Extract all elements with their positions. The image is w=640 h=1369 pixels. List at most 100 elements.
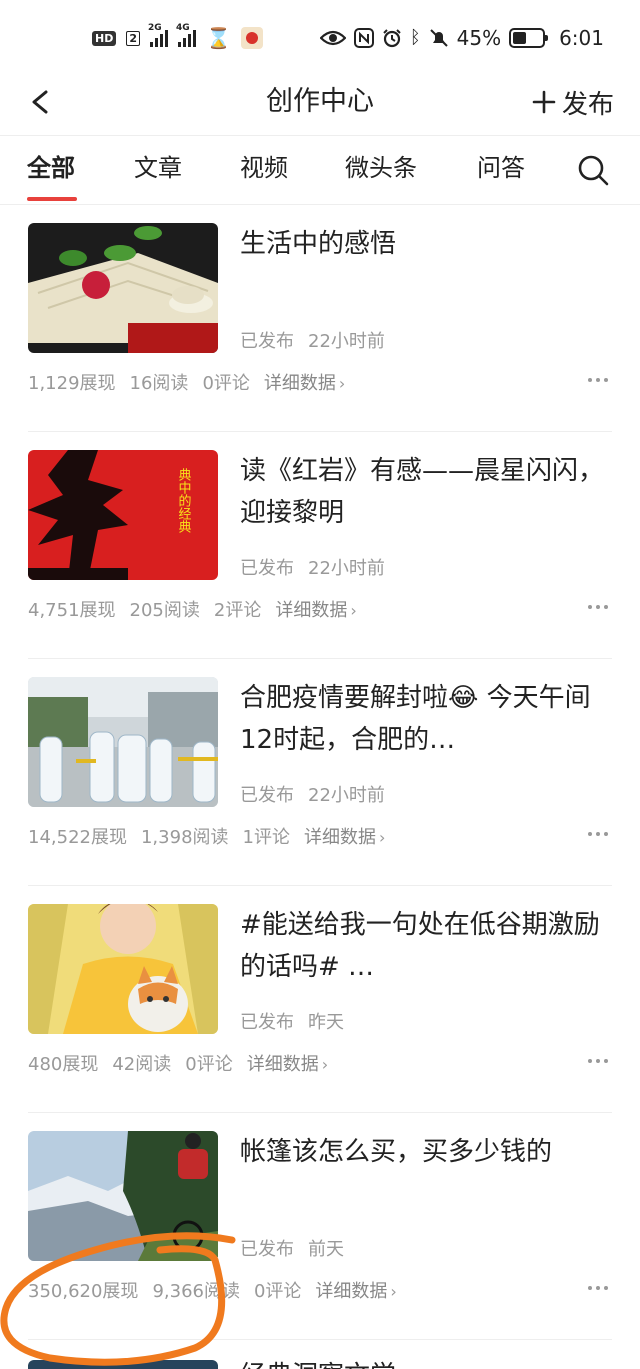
publish-status: 已发布 xyxy=(240,785,294,806)
publish-label: 发布 xyxy=(561,89,614,120)
article-title[interactable]: 生活中的感悟 xyxy=(240,223,612,265)
list-item[interactable]: 生活中的感悟 已发布 22小时前 1,129展现 16阅读 0评论 详细数据 › xyxy=(0,205,640,432)
more-options-button[interactable] xyxy=(588,602,612,612)
article-title[interactable]: 经典洞察文学 xyxy=(240,1356,396,1369)
hd-indicator: HD xyxy=(92,30,117,46)
network-type-1: 2G xyxy=(148,23,162,33)
divider xyxy=(28,1339,612,1340)
detail-data-link[interactable]: 详细数据 › xyxy=(275,596,356,622)
detail-data-label: 详细数据 xyxy=(315,1281,388,1302)
chevron-right-icon: › xyxy=(378,828,386,847)
article-meta: 已发布 前天 xyxy=(240,1235,344,1261)
plus-icon xyxy=(532,90,556,114)
article-meta: 已发布 22小时前 xyxy=(240,781,385,807)
publish-time: 22小时前 xyxy=(308,558,385,579)
article-stats: 4,751展现 205阅读 2评论 详细数据 › xyxy=(28,596,357,622)
read-count: 16阅读 xyxy=(129,373,189,394)
alarm-icon xyxy=(383,29,401,48)
bluetooth-icon: ᛒ xyxy=(409,27,421,48)
chevron-right-icon: › xyxy=(390,1282,397,1301)
article-stats: 1,129展现 16阅读 0评论 详细数据 › xyxy=(28,369,345,395)
view-count: 14,522展现 xyxy=(28,827,127,848)
article-title[interactable]: 合肥疫情要解封啦😂 今天午间12时起，合肥的… xyxy=(240,677,612,761)
battery-icon xyxy=(509,28,549,48)
more-options-button[interactable] xyxy=(588,1056,612,1066)
publish-button[interactable]: 发布 xyxy=(532,82,614,122)
chevron-right-icon: › xyxy=(338,374,346,393)
tab-bar: 全部 文章 视频 微头条 问答 xyxy=(0,137,640,205)
article-stats: 14,522展现 1,398阅读 1评论 详细数据 › xyxy=(28,823,385,849)
article-meta: 已发布 22小时前 xyxy=(240,327,385,353)
status-right: ᛒ 45% 6:01 xyxy=(319,24,604,52)
article-thumbnail[interactable] xyxy=(28,904,218,1034)
article-title[interactable]: 读《红岩》有感——晨星闪闪，迎接黎明 xyxy=(240,450,612,534)
view-count: 1,129展现 xyxy=(28,373,116,394)
chevron-right-icon: › xyxy=(350,601,357,620)
publish-status: 已发布 xyxy=(240,1239,294,1260)
more-options-button[interactable] xyxy=(588,375,612,385)
article-title[interactable]: 帐篷该怎么买，买多少钱的 xyxy=(240,1131,612,1173)
article-stats: 350,620展现 9,366阅读 0评论 详细数据 › xyxy=(28,1277,397,1303)
header-bar: 创作中心 发布 xyxy=(0,70,640,136)
status-bar: HD 2 2G 4G ⌛ ᛒ 45% 6:01 xyxy=(0,0,640,70)
article-stats: 480展现 42阅读 0评论 详细数据 › xyxy=(28,1050,328,1076)
thumbnail-text: 典中的经典 xyxy=(176,468,192,533)
list-item[interactable]: #能送给我一句处在低谷期激励的话吗# … 已发布 昨天 480展现 42阅读 0… xyxy=(0,886,640,1113)
detail-data-label: 详细数据 xyxy=(263,373,336,394)
app-notification-icon xyxy=(240,27,263,49)
comment-count: 2评论 xyxy=(213,600,262,621)
detail-data-link[interactable]: 详细数据 › xyxy=(304,823,385,849)
tab-qa[interactable]: 问答 xyxy=(477,151,525,185)
list-item[interactable]: 帐篷该怎么买，买多少钱的 已发布 前天 350,620展现 9,366阅读 0评… xyxy=(0,1113,640,1340)
comment-count: 0评论 xyxy=(185,1054,233,1075)
tab-videos[interactable]: 视频 xyxy=(240,151,288,185)
nfc-icon xyxy=(353,28,374,48)
battery-percent: 45% xyxy=(456,26,502,50)
article-thumbnail[interactable]: 典中的经典 xyxy=(28,450,218,580)
detail-data-link[interactable]: 详细数据 › xyxy=(264,369,345,395)
publish-time: 22小时前 xyxy=(308,785,385,806)
article-meta: 已发布 22小时前 xyxy=(240,554,385,580)
view-count: 480展现 xyxy=(28,1054,99,1075)
signal-icon: 2G xyxy=(148,23,168,47)
read-count: 205阅读 xyxy=(129,600,200,621)
list-item[interactable]: 典中的经典 读《红岩》有感——晨星闪闪，迎接黎明 已发布 22小时前 4,751… xyxy=(0,432,640,659)
publish-time: 昨天 xyxy=(308,1012,344,1033)
tab-articles[interactable]: 文章 xyxy=(134,151,182,185)
hourglass-icon: ⌛ xyxy=(206,26,231,50)
signal-icon-2: 4G xyxy=(176,23,196,47)
more-options-button[interactable] xyxy=(588,1283,612,1293)
comment-count: 0评论 xyxy=(202,373,250,394)
list-item[interactable]: 合肥疫情要解封啦😂 今天午间12时起，合肥的… 已发布 22小时前 14,522… xyxy=(0,659,640,886)
detail-data-label: 详细数据 xyxy=(303,827,376,848)
article-thumbnail[interactable] xyxy=(28,1360,218,1369)
status-left: HD 2 2G 4G ⌛ xyxy=(92,23,263,52)
detail-data-link[interactable]: 详细数据 › xyxy=(315,1277,396,1303)
tab-all[interactable]: 全部 xyxy=(27,151,75,185)
view-count: 4,751展现 xyxy=(28,600,116,621)
comment-count: 1评论 xyxy=(242,827,290,848)
active-tab-indicator xyxy=(27,197,77,201)
read-count: 9,366阅读 xyxy=(152,1281,240,1302)
read-count: 1,398阅读 xyxy=(140,827,229,848)
tab-micro-posts[interactable]: 微头条 xyxy=(345,151,417,185)
search-button[interactable] xyxy=(576,153,610,187)
publish-status: 已发布 xyxy=(240,558,294,579)
comment-count: 0评论 xyxy=(253,1281,302,1302)
publish-status: 已发布 xyxy=(240,1012,294,1033)
article-thumbnail[interactable] xyxy=(28,677,218,807)
eye-icon xyxy=(319,30,346,46)
search-icon xyxy=(578,155,609,186)
detail-data-label: 详细数据 xyxy=(275,600,348,621)
detail-data-label: 详细数据 xyxy=(246,1054,319,1075)
article-thumbnail[interactable] xyxy=(28,223,218,353)
read-count: 42阅读 xyxy=(112,1054,172,1075)
article-thumbnail[interactable] xyxy=(28,1131,218,1261)
network-type-2: 4G xyxy=(176,23,190,33)
view-count: 350,620展现 xyxy=(28,1281,139,1302)
more-options-button[interactable] xyxy=(588,829,612,839)
mute-bell-icon xyxy=(429,29,448,47)
publish-time: 22小时前 xyxy=(308,331,385,352)
detail-data-link[interactable]: 详细数据 › xyxy=(247,1050,328,1076)
article-title[interactable]: #能送给我一句处在低谷期激励的话吗# … xyxy=(240,904,612,988)
